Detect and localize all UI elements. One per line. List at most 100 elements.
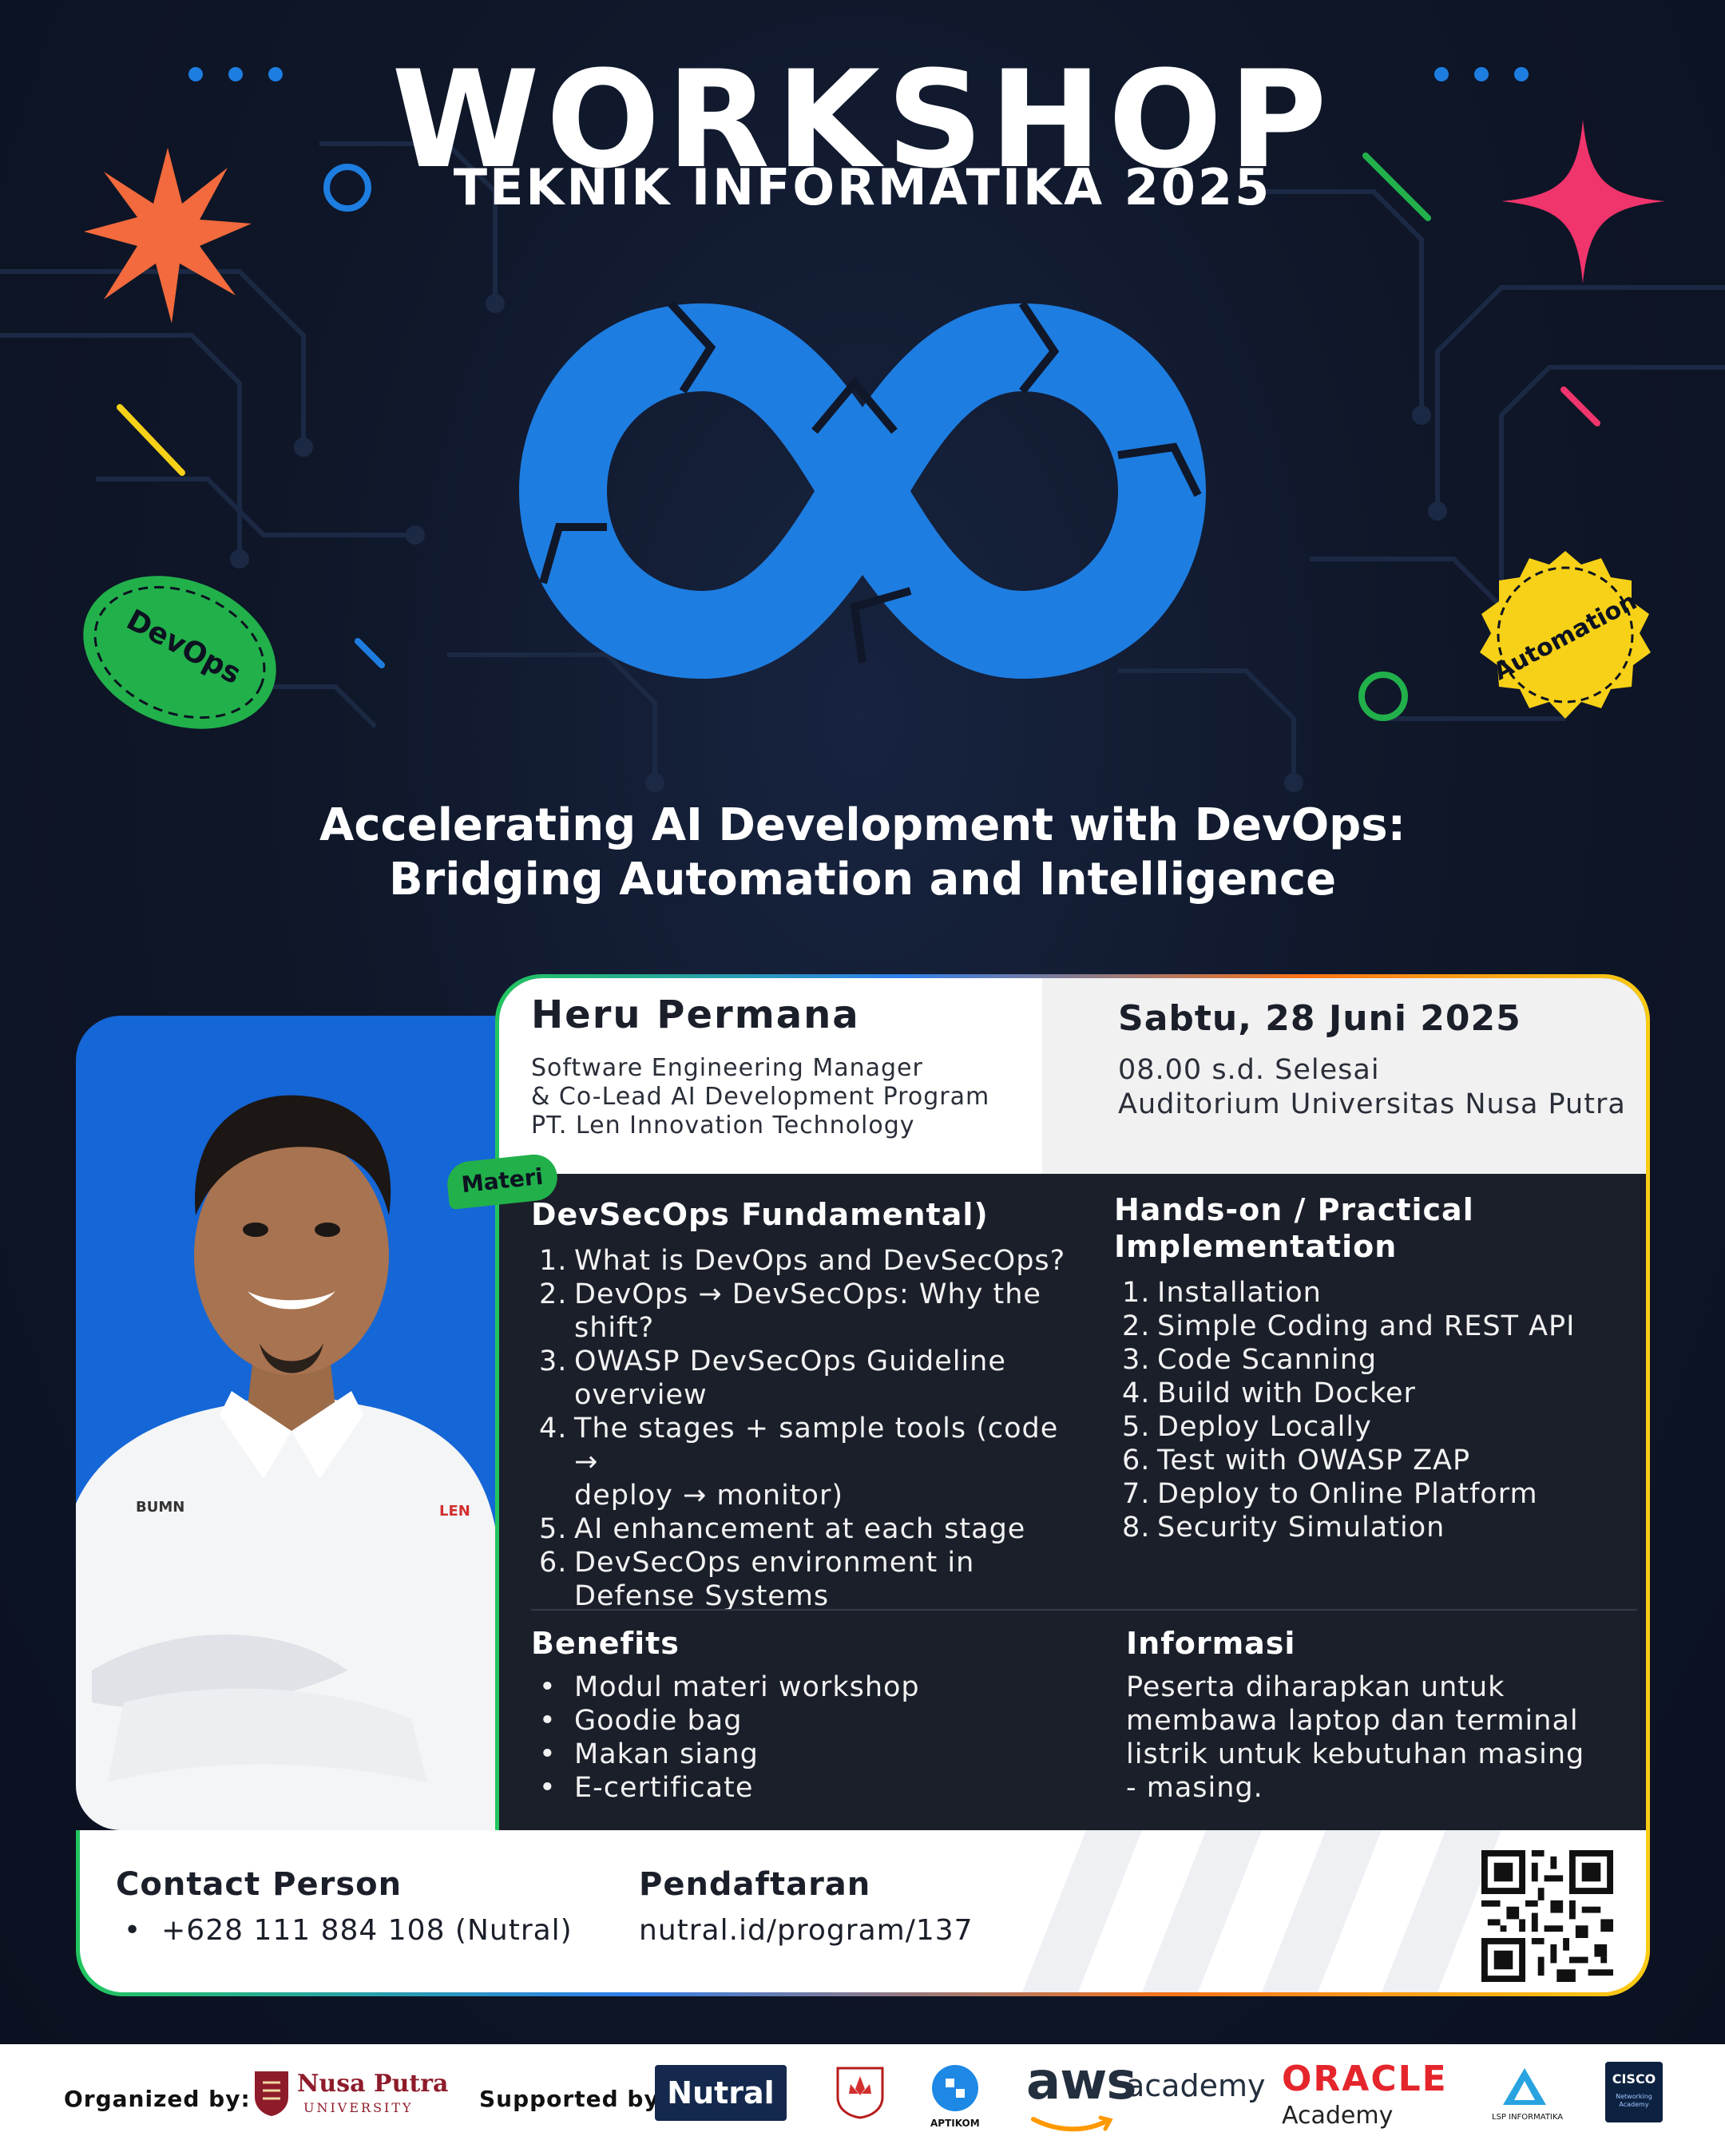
list-number: 1. <box>1122 1277 1151 1309</box>
list-text: Simple Coding and REST API <box>1157 1310 1576 1342</box>
contact-phone[interactable]: • +628 111 884 108 (Nutral) <box>124 1914 573 1947</box>
speaker-role-1: Software Engineering Manager <box>531 1054 923 1082</box>
aptikom-label: APTIKOM <box>930 2118 980 2129</box>
list-number: 3. <box>1122 1344 1151 1376</box>
informasi-line: Peserta diharapkan untuk <box>1126 1671 1621 1704</box>
speaker-photo <box>76 1095 495 1830</box>
speaker-company: PT. Len Innovation Technology <box>531 1112 915 1139</box>
fundamental-list-item: Defense Systems <box>539 1579 1066 1613</box>
list-number: 4. <box>1122 1377 1151 1409</box>
oracle-academy-label: Academy <box>1282 2102 1394 2130</box>
handson-list-item: 1. Installation <box>1122 1276 1633 1310</box>
event-venue: Auditorium Universitas Nusa Putra <box>1118 1088 1626 1120</box>
benefits-title: Benefits <box>531 1626 680 1661</box>
cisco-sub-label: Networking Academy <box>1616 2093 1652 2108</box>
informasi-text-line: - masing. <box>1126 1772 1263 1804</box>
informasi-text-line: membawa laptop dan terminal <box>1126 1705 1579 1737</box>
blue-line-decoration <box>355 638 385 668</box>
event-details-section: Sabtu, 28 Juni 2025 08.00 s.d. Selesai A… <box>1042 978 1646 1174</box>
list-text: DevOps → DevSecOps: Why the <box>574 1278 1041 1310</box>
nusa-putra-sub: UNIVERSITY <box>303 2100 414 2115</box>
list-text: What is DevOps and DevSecOps? <box>574 1245 1066 1277</box>
yellow-line-decoration <box>117 404 185 476</box>
benefit-item: • Makan siang <box>539 1738 1018 1771</box>
list-text: Deploy Locally <box>1157 1411 1372 1443</box>
list-number: 4. <box>539 1413 568 1445</box>
fundamental-list-item: 2. DevOps → DevSecOps: Why the <box>539 1278 1066 1311</box>
registration-title: Pendaftaran <box>639 1866 871 1903</box>
registration-url[interactable]: nutral.id/program/137 <box>639 1914 974 1947</box>
fundamental-list-item: 6. DevSecOps environment in <box>539 1546 1066 1579</box>
organized-by-label: Organized by: <box>64 2086 251 2112</box>
benefit-text: Modul materi workshop <box>574 1671 920 1703</box>
list-number: 7. <box>1122 1478 1151 1510</box>
informasi-line: - masing. <box>1126 1771 1621 1805</box>
fundamental-list-item: 4. The stages + sample tools (code → <box>539 1412 1066 1479</box>
lsp-informatika-icon <box>1503 2068 1546 2105</box>
list-number: 6. <box>1122 1445 1151 1476</box>
fundamental-list-item: 5. AI enhancement at each stage <box>539 1512 1066 1546</box>
speaker-section: Heru Permana Software Engineering Manage… <box>499 978 1042 1174</box>
list-number: 2. <box>539 1278 568 1310</box>
bullet-icon: • <box>539 1772 557 1804</box>
speaker-role-2: & Co-Lead AI Development Program <box>531 1083 990 1111</box>
bullet-icon: • <box>539 1738 557 1770</box>
list-text: Deploy to Online Platform <box>1157 1478 1538 1510</box>
list-number: 6. <box>539 1547 568 1579</box>
handson-title-line-2: Implementation <box>1114 1229 1398 1264</box>
benefit-text: Goodie bag <box>574 1705 743 1737</box>
informasi-text: Peserta diharapkan untuk membawa laptop d… <box>1126 1671 1621 1805</box>
list-text: Build with Docker <box>1157 1377 1416 1409</box>
handson-list-item: 8. Security Simulation <box>1122 1511 1633 1544</box>
aws-smile-icon <box>1031 2115 1113 2132</box>
informasi-line: membawa laptop dan terminal <box>1126 1704 1621 1738</box>
fundamental-list-item: 3. OWASP DevSecOps Guideline <box>539 1345 1066 1378</box>
aws-academy-label: academy <box>1126 2068 1266 2103</box>
contact-phone-text[interactable]: +628 111 884 108 (Nutral) <box>161 1914 573 1947</box>
list-text: deploy → monitor) <box>574 1480 843 1512</box>
speaker-name: Heru Permana <box>531 993 860 1037</box>
informasi-text-line: Peserta diharapkan untuk <box>1126 1671 1505 1703</box>
event-date: Sabtu, 28 Juni 2025 <box>1118 998 1521 1039</box>
list-text: Test with OWASP ZAP <box>1157 1445 1471 1476</box>
handson-title-line-1: Hands-on / Practical <box>1114 1192 1474 1227</box>
event-time: 08.00 s.d. Selesai <box>1118 1054 1380 1086</box>
list-text: Defense Systems <box>574 1580 830 1612</box>
list-number <box>539 1311 574 1345</box>
list-text: shift? <box>574 1312 655 1344</box>
headline-line-2: Bridging Automation and Intelligence <box>388 854 1337 906</box>
workshop-subtitle: TEKNIK INFORMATIKA 2025 <box>453 158 1272 216</box>
benefit-item: • E-certificate <box>539 1771 1018 1805</box>
list-number <box>539 1378 574 1412</box>
list-number <box>539 1479 574 1512</box>
headline-line-1: Accelerating AI Development with DevOps: <box>319 799 1406 851</box>
list-number: 5. <box>539 1513 568 1545</box>
handson-list-item: 3. Code Scanning <box>1122 1343 1633 1377</box>
fundamental-title: DevSecOps Fundamental) <box>531 1197 989 1232</box>
fundamental-list-item: overview <box>539 1378 1066 1412</box>
list-text: The stages + sample tools (code → <box>574 1413 1059 1478</box>
huawei-ict-academy-icon <box>836 2067 884 2119</box>
benefit-text: Makan siang <box>574 1738 759 1770</box>
handson-list-item: 4. Build with Docker <box>1122 1377 1633 1410</box>
list-number: 2. <box>1122 1310 1151 1342</box>
event-headline: Accelerating AI Development with DevOps:… <box>0 799 1725 907</box>
supported-by-label: Supported by: <box>479 2086 669 2112</box>
sponsor-footer: Organized by: Nusa Putra UNIVERSITY Supp… <box>0 2044 1725 2156</box>
shirt-logo-bumn: BUMN <box>136 1499 185 1516</box>
oracle-logo: ORACLE <box>1282 2059 1448 2099</box>
list-text: Code Scanning <box>1157 1344 1378 1376</box>
contact-title: Contact Person <box>116 1866 402 1903</box>
fundamental-list: 1. What is DevOps and DevSecOps? 2. DevOps … <box>539 1244 1066 1613</box>
speaker-photo-panel: BUMN LEN <box>76 1016 495 1830</box>
informasi-line: listrik untuk kebutuhan masing <box>1126 1738 1621 1771</box>
benefit-item: • Modul materi workshop <box>539 1671 1018 1704</box>
nusa-putra-crest-icon <box>255 2071 288 2116</box>
handson-list-item: 7. Deploy to Online Platform <box>1122 1477 1633 1511</box>
handson-list-item: 2. Simple Coding and REST API <box>1122 1310 1633 1343</box>
handson-list: 1. Installation 2. Simple Coding and REST A… <box>1122 1276 1633 1544</box>
qr-code-icon[interactable] <box>1481 1850 1613 1982</box>
benefit-text: E-certificate <box>574 1772 754 1804</box>
list-text: OWASP DevSecOps Guideline <box>574 1346 1006 1377</box>
list-text: AI enhancement at each stage <box>574 1513 1026 1545</box>
